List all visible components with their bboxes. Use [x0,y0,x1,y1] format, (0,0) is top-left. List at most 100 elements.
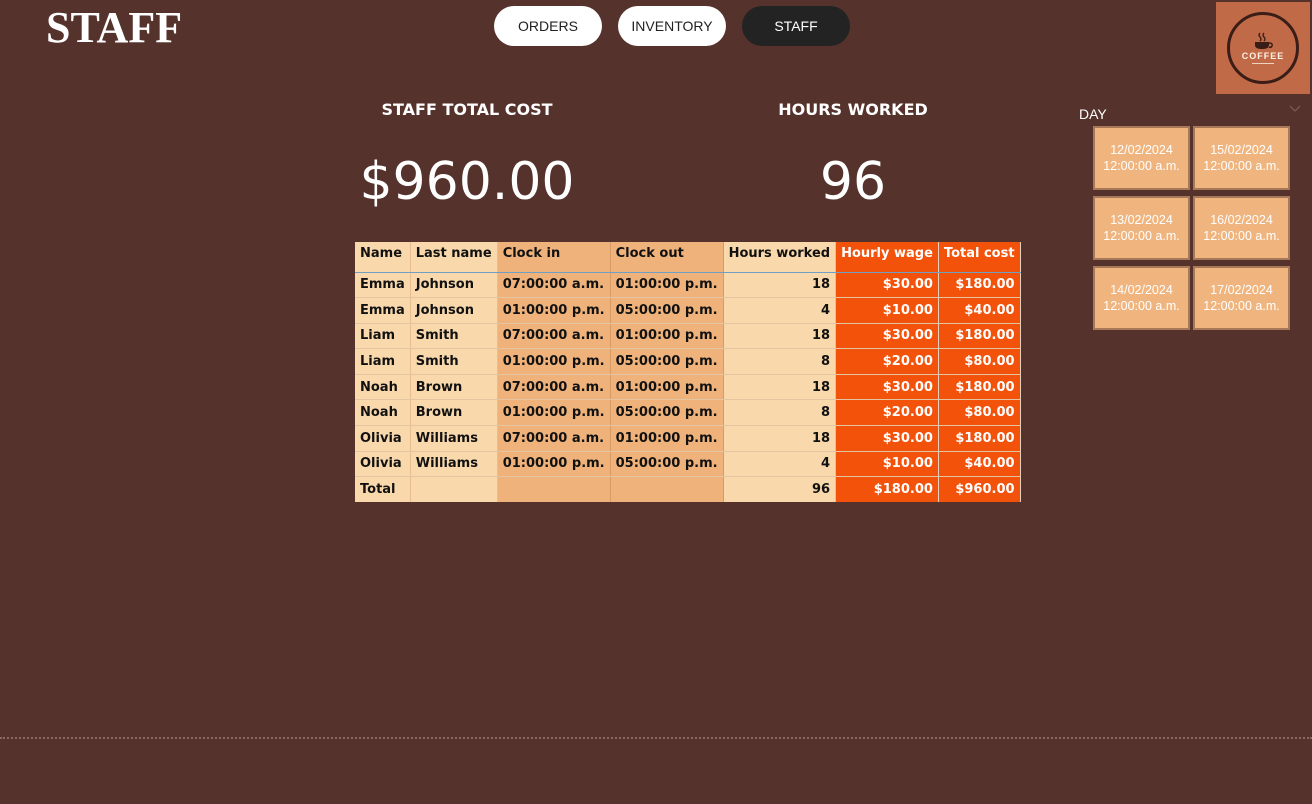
cell-clock-out: 05:00:00 p.m. [610,348,724,375]
cell-hourly-wage: $10.00 [835,297,939,324]
day-slicer-item[interactable]: 15/02/2024 12:00:00 a.m. [1193,126,1290,190]
cell-name: Emma [355,272,411,299]
cell-last-name: Brown [410,399,498,427]
cell-hourly-wage: $20.00 [835,348,939,375]
cell-clock-in: 07:00:00 a.m. [497,272,611,299]
cell-clock-in: 07:00:00 a.m. [497,323,611,350]
logo-text: COFFEE [1241,51,1285,61]
orders-nav-button[interactable]: ORDERS [494,6,602,46]
total-hours-worked: 96 [723,476,837,502]
cell-clock-out: 05:00:00 p.m. [610,451,724,478]
cell-hours-worked: 18 [723,323,837,350]
nav-bar: ORDERS INVENTORY STAFF [494,6,850,46]
table-row: Emma Johnson 07:00:00 a.m. 01:00:00 p.m.… [355,272,1021,299]
cell-clock-out: 01:00:00 p.m. [610,425,724,452]
cell-hours-worked: 8 [723,348,837,375]
column-header-hourly-wage[interactable]: Hourly wage [835,242,939,273]
cell-total-cost: $180.00 [938,272,1021,299]
chevron-down-icon[interactable] [1289,104,1301,114]
cell-last-name: Brown [410,374,498,401]
total-cell-clock-out [610,476,724,502]
cell-total-cost: $80.00 [938,399,1021,427]
cell-last-name: Williams [410,425,498,452]
total-cell-clock-in [497,476,611,502]
logo-ring: COFFEE [1227,12,1299,84]
total-cost: $960.00 [938,476,1021,502]
day-slicer-item[interactable]: 13/02/2024 12:00:00 a.m. [1093,196,1190,260]
cell-total-cost: $180.00 [938,323,1021,350]
staff-table: Name Last name Clock in Clock out Hours … [355,242,1021,502]
page-title: STAFF [46,3,183,52]
cell-name: Noah [355,374,411,401]
coffee-cup-icon [1255,32,1273,49]
day-slicer-date: 15/02/2024 [1210,143,1273,157]
cell-hourly-wage: $30.00 [835,425,939,452]
inventory-nav-button[interactable]: INVENTORY [618,6,726,46]
day-slicer-item[interactable]: 14/02/2024 12:00:00 a.m. [1093,266,1190,330]
day-slicer-time: 12:00:00 a.m. [1203,299,1280,313]
day-slicer-date: 12/02/2024 [1110,143,1173,157]
cell-name: Olivia [355,451,411,478]
day-slicer-time: 12:00:00 a.m. [1203,159,1280,173]
staff-nav-button[interactable]: STAFF [742,6,850,46]
column-header-last-name[interactable]: Last name [410,242,498,273]
cell-clock-in: 01:00:00 p.m. [497,451,611,478]
cell-name: Liam [355,348,411,375]
column-header-name[interactable]: Name [355,242,411,273]
cell-last-name: Smith [410,348,498,375]
day-slicer: 12/02/2024 12:00:00 a.m. 15/02/2024 12:0… [1093,126,1290,330]
column-header-clock-out[interactable]: Clock out [610,242,724,273]
day-slicer-time: 12:00:00 a.m. [1103,159,1180,173]
cell-hours-worked: 4 [723,451,837,478]
cell-total-cost: $40.00 [938,451,1021,478]
column-header-clock-in[interactable]: Clock in [497,242,611,273]
cell-clock-in: 01:00:00 p.m. [497,399,611,427]
cell-clock-in: 07:00:00 a.m. [497,425,611,452]
day-slicer-time: 12:00:00 a.m. [1203,229,1280,243]
day-slicer-time: 12:00:00 a.m. [1103,229,1180,243]
day-slicer-date: 17/02/2024 [1210,283,1273,297]
cell-hours-worked: 18 [723,272,837,299]
cell-hours-worked: 18 [723,374,837,401]
table-row: Olivia Williams 07:00:00 a.m. 01:00:00 p… [355,425,1021,452]
total-label: Total [355,476,411,502]
page-divider [0,737,1312,739]
day-slicer-item[interactable]: 17/02/2024 12:00:00 a.m. [1193,266,1290,330]
total-hourly-wage: $180.00 [835,476,939,502]
day-slicer-title: DAY [1079,106,1107,122]
day-slicer-item[interactable]: 12/02/2024 12:00:00 a.m. [1093,126,1190,190]
cell-clock-in: 01:00:00 p.m. [497,297,611,324]
table-total-row: Total 96 $180.00 $960.00 [355,476,1021,502]
column-header-total-cost[interactable]: Total cost [938,242,1021,273]
logo-underline [1252,63,1274,64]
cell-hours-worked: 4 [723,297,837,324]
cell-hours-worked: 18 [723,425,837,452]
table-row: Noah Brown 01:00:00 p.m. 05:00:00 p.m. 8… [355,399,1021,427]
staff-total-cost-value: $960.00 [359,152,575,212]
cell-clock-in: 07:00:00 a.m. [497,374,611,401]
day-slicer-date: 13/02/2024 [1110,213,1173,227]
cell-clock-out: 01:00:00 p.m. [610,323,724,350]
cell-hourly-wage: $30.00 [835,374,939,401]
cell-name: Olivia [355,425,411,452]
table-row: Noah Brown 07:00:00 a.m. 01:00:00 p.m. 1… [355,374,1021,401]
day-slicer-item[interactable]: 16/02/2024 12:00:00 a.m. [1193,196,1290,260]
cell-clock-in: 01:00:00 p.m. [497,348,611,375]
day-slicer-date: 16/02/2024 [1210,213,1273,227]
cell-total-cost: $40.00 [938,297,1021,324]
table-row: Olivia Williams 01:00:00 p.m. 05:00:00 p… [355,451,1021,478]
cell-hourly-wage: $10.00 [835,451,939,478]
staff-total-cost-label: STAFF TOTAL COST [381,100,553,119]
cell-name: Noah [355,399,411,427]
cell-last-name: Johnson [410,272,498,299]
cell-hourly-wage: $20.00 [835,399,939,427]
table-row: Liam Smith 01:00:00 p.m. 05:00:00 p.m. 8… [355,348,1021,375]
hours-worked-label: HOURS WORKED [778,100,928,119]
day-slicer-time: 12:00:00 a.m. [1103,299,1180,313]
cell-total-cost: $80.00 [938,348,1021,375]
table-row: Liam Smith 07:00:00 a.m. 01:00:00 p.m. 1… [355,323,1021,350]
cell-clock-out: 05:00:00 p.m. [610,399,724,427]
day-slicer-date: 14/02/2024 [1110,283,1173,297]
cell-last-name: Smith [410,323,498,350]
column-header-hours-worked[interactable]: Hours worked [723,242,837,273]
